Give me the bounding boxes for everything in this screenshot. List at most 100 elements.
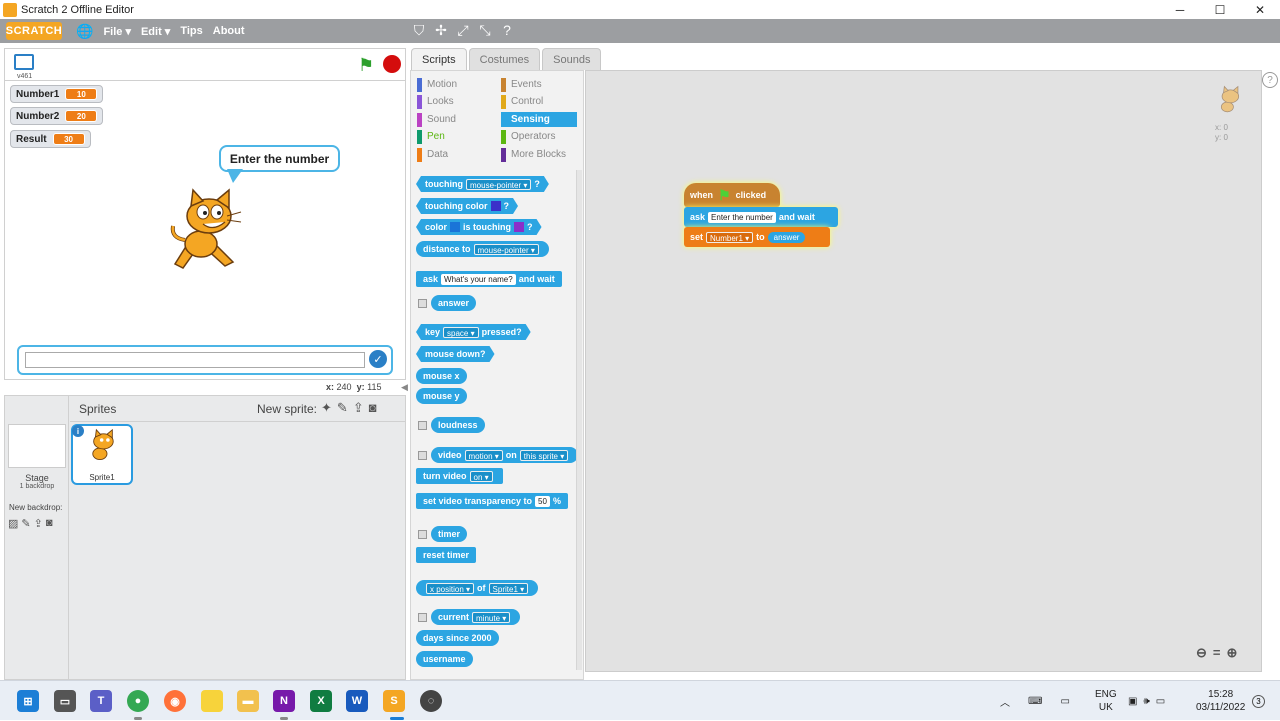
category-sensing[interactable]: Sensing — [501, 112, 577, 127]
recorder-icon[interactable]: ◌ — [420, 690, 442, 712]
variable-monitor-number2[interactable]: Number2 20 — [10, 107, 104, 125]
network-icon[interactable]: ▣ — [1128, 696, 1137, 707]
scratch-taskbar-icon[interactable]: S — [383, 690, 405, 712]
menu-tips[interactable]: Tips — [180, 25, 202, 37]
scratch-logo[interactable]: SCRATCH — [6, 22, 62, 40]
fullscreen-icon[interactable] — [14, 54, 34, 70]
minimize-button[interactable]: ─ — [1160, 0, 1200, 19]
windows-start-icon[interactable]: ⊞ — [17, 690, 39, 712]
block-loudness[interactable]: loudness — [431, 417, 485, 433]
category-more-blocks[interactable]: More Blocks — [501, 147, 566, 162]
sprite-tile[interactable]: i Sprite1 — [71, 424, 133, 485]
checkbox-video[interactable] — [418, 451, 427, 460]
sticky-notes-icon[interactable] — [201, 690, 223, 712]
block-mouse-x[interactable]: mouse x — [416, 368, 467, 384]
category-events[interactable]: Events — [501, 77, 542, 92]
block-ask-and-wait[interactable]: ask What's your name? and wait — [416, 271, 562, 287]
menu-about[interactable]: About — [213, 25, 245, 37]
upload-sprite-icon[interactable]: ⇪ — [353, 400, 364, 416]
block-set-number1[interactable]: set Number1 ▾ to answer — [684, 227, 830, 247]
paint-sprite-icon[interactable]: ✎ — [337, 400, 348, 416]
notification-badge[interactable]: 3 — [1252, 695, 1265, 708]
block-days-since-2000[interactable]: days since 2000 — [416, 630, 499, 646]
ask-answer-input[interactable] — [25, 352, 365, 368]
block-color-touching[interactable]: color is touching? — [416, 219, 542, 235]
category-pen[interactable]: Pen — [417, 129, 445, 144]
category-sound[interactable]: Sound — [417, 112, 456, 127]
block-set-video-transparency[interactable]: set video transparency to 50% — [416, 493, 568, 509]
zoom-in-icon[interactable]: ⊕ — [1227, 645, 1238, 661]
tab-scripts[interactable]: Scripts — [411, 48, 467, 70]
delete-cut-icon[interactable]: ✢ — [434, 22, 448, 39]
chrome-icon[interactable]: ● — [127, 690, 149, 712]
submit-checkmark-icon[interactable]: ✓ — [369, 350, 387, 368]
firefox-icon[interactable]: ◉ — [164, 690, 186, 712]
block-key-pressed[interactable]: key space ▾ pressed? — [416, 324, 531, 340]
hat-block-when-flag-clicked[interactable]: when ⚑ clicked — [684, 183, 780, 207]
onenote-icon[interactable]: N — [273, 690, 295, 712]
paint-backdrop-icon[interactable]: ✎ — [21, 517, 30, 530]
category-control[interactable]: Control — [501, 94, 543, 109]
script-area[interactable]: x: 0 y: 0 when ⚑ clicked ask Enter the numb… — [585, 70, 1262, 672]
block-touching-color[interactable]: touching color? — [416, 198, 518, 214]
sprite-library-icon[interactable]: ✦ — [321, 400, 332, 416]
block-timer[interactable]: timer — [431, 526, 468, 542]
variable-monitor-number1[interactable]: Number1 10 — [10, 85, 104, 103]
zoom-out-icon[interactable]: ⊖ — [1196, 645, 1207, 661]
checkbox-loudness[interactable] — [418, 421, 427, 430]
block-attribute-of[interactable]: x position ▾ of Sprite1 ▾ — [416, 580, 539, 596]
volume-icon[interactable]: 🕪 — [1143, 696, 1149, 707]
block-mouse-down[interactable]: mouse down? — [416, 346, 495, 362]
block-help-icon[interactable]: ? — [500, 22, 514, 39]
task-view-icon[interactable]: ▭ — [54, 690, 76, 712]
menu-file[interactable]: File ▾ — [103, 25, 131, 38]
word-icon[interactable]: W — [346, 690, 368, 712]
teams-icon[interactable]: T — [90, 690, 112, 712]
checkbox-current[interactable] — [418, 613, 427, 622]
input-language[interactable]: ENG UK — [1095, 688, 1117, 714]
sprite-cat-icon[interactable] — [163, 186, 253, 276]
grow-icon[interactable]: ⤢ — [456, 22, 470, 39]
block-ask-enter-number[interactable]: ask Enter the number and wait — [684, 207, 838, 227]
menu-edit[interactable]: Edit ▾ — [141, 25, 170, 38]
camera-backdrop-icon[interactable]: ◙ — [46, 517, 53, 530]
block-current[interactable]: current minute ▾ — [431, 609, 521, 625]
collapse-arrow-icon[interactable]: ◀ — [401, 382, 408, 393]
category-operators[interactable]: Operators — [501, 129, 555, 144]
green-flag-icon[interactable]: ⚑ — [358, 55, 374, 76]
upload-backdrop-icon[interactable]: ⇪ — [34, 517, 43, 530]
maximize-button[interactable]: ☐ — [1200, 0, 1240, 19]
zoom-reset-icon[interactable]: = — [1213, 645, 1221, 661]
shrink-icon[interactable]: ⤡ — [478, 22, 492, 39]
excel-icon[interactable]: X — [310, 690, 332, 712]
category-motion[interactable]: Motion — [417, 77, 457, 92]
variable-monitor-result[interactable]: Result 30 — [10, 130, 91, 148]
block-mouse-y[interactable]: mouse y — [416, 388, 467, 404]
file-explorer-icon[interactable]: ▬ — [237, 690, 259, 712]
close-button[interactable]: ✕ — [1240, 0, 1280, 19]
keyboard-icon[interactable]: ⌨ — [1028, 696, 1042, 707]
tray-chevron-icon[interactable]: ︿ — [1000, 694, 1010, 709]
display-icon[interactable]: ▭ — [1060, 696, 1069, 707]
tab-sounds[interactable]: Sounds — [542, 48, 602, 70]
stop-icon[interactable] — [383, 55, 401, 73]
battery-icon[interactable]: ▭ — [1156, 696, 1165, 707]
category-looks[interactable]: Looks — [417, 94, 454, 109]
help-icon[interactable]: ? — [1262, 72, 1278, 88]
tab-costumes[interactable]: Costumes — [468, 48, 541, 70]
backdrop-library-icon[interactable]: ▨ — [8, 517, 18, 530]
palette-scrollbar[interactable] — [576, 170, 582, 670]
category-data[interactable]: Data — [417, 147, 448, 162]
camera-sprite-icon[interactable]: ◙ — [369, 400, 377, 416]
checkbox-answer[interactable] — [418, 299, 427, 308]
block-touching[interactable]: touching mouse-pointer ▾? — [416, 176, 549, 192]
stage-canvas[interactable]: Number1 10 Number2 20 Result 30 Enter th… — [4, 80, 406, 380]
stage-thumbnail[interactable] — [8, 424, 66, 468]
duplicate-stamp-icon[interactable]: ⛉ — [412, 22, 426, 39]
block-reset-timer[interactable]: reset timer — [416, 547, 477, 563]
block-video-motion[interactable]: video motion ▾ on this sprite ▾ — [431, 447, 579, 463]
block-distance-to[interactable]: distance to mouse-pointer ▾ — [416, 241, 549, 257]
block-username[interactable]: username — [416, 651, 473, 667]
checkbox-timer[interactable] — [418, 530, 427, 539]
block-turn-video[interactable]: turn video on ▾ — [416, 468, 503, 484]
